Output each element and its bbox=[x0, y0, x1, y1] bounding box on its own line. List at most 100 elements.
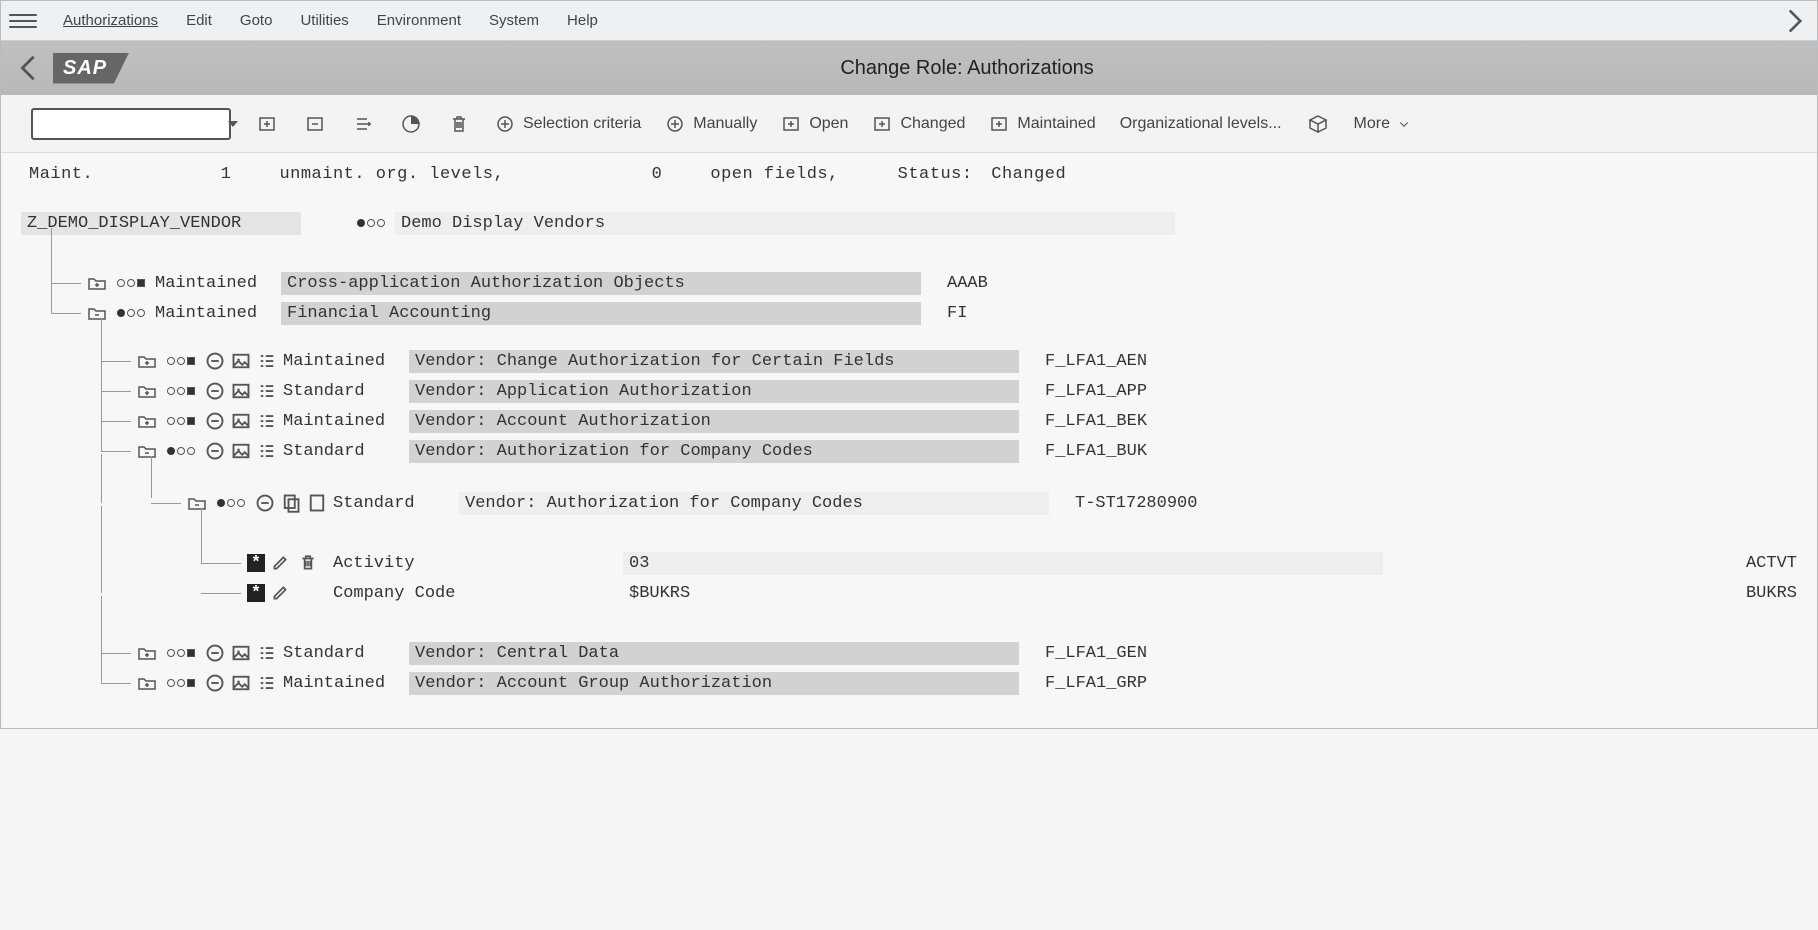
where-used-icon[interactable] bbox=[231, 443, 251, 459]
field-list-icon[interactable] bbox=[257, 353, 277, 369]
folder-collapsed-icon[interactable] bbox=[137, 675, 157, 691]
collapse-icon[interactable] bbox=[303, 112, 327, 136]
menu-system[interactable]: System bbox=[477, 6, 551, 35]
class-code: AAAB bbox=[927, 274, 988, 293]
toolbar: Selection criteria Manually Open Changed… bbox=[1, 95, 1817, 153]
field-list-icon[interactable] bbox=[257, 413, 277, 429]
org-levels-button[interactable]: Organizational levels... bbox=[1120, 115, 1282, 133]
menu-edit[interactable]: Edit bbox=[174, 6, 224, 35]
object-status: Standard bbox=[283, 644, 403, 663]
page-title: Change Role: Authorizations bbox=[129, 57, 1805, 80]
auth-field-row[interactable]: * Company Code $BUKRS BUKRS bbox=[21, 578, 1797, 608]
deactivate-icon[interactable] bbox=[205, 675, 225, 691]
field-value[interactable]: 03 bbox=[623, 552, 1383, 575]
back-button[interactable] bbox=[13, 53, 43, 83]
auth-id: T-ST17280900 bbox=[1055, 494, 1197, 513]
folder-expanded-icon[interactable] bbox=[87, 305, 107, 321]
field-technical-name: BUKRS bbox=[1746, 584, 1797, 603]
more-button[interactable]: More bbox=[1354, 115, 1410, 133]
object-code: F_LFA1_GRP bbox=[1025, 674, 1147, 693]
where-used-icon[interactable] bbox=[231, 353, 251, 369]
folder-collapsed-icon[interactable] bbox=[87, 275, 107, 291]
deactivate-icon[interactable] bbox=[205, 353, 225, 369]
object-code: F_LFA1_BUK bbox=[1025, 442, 1147, 461]
command-input[interactable] bbox=[39, 115, 224, 133]
object-status: Maintained bbox=[283, 412, 403, 431]
command-field[interactable] bbox=[31, 108, 231, 140]
auth-object-row[interactable]: Standard Vendor: Central Data F_LFA1_GEN bbox=[21, 638, 1797, 668]
auth-object-row[interactable]: Maintained Vendor: Account Authorization… bbox=[21, 406, 1797, 436]
class-status: Maintained bbox=[155, 304, 275, 323]
traffic-light-icon bbox=[117, 279, 145, 287]
deactivate-icon[interactable] bbox=[205, 443, 225, 459]
open-button[interactable]: Open bbox=[781, 114, 848, 134]
open-label: Open bbox=[809, 115, 848, 133]
folder-expanded-icon[interactable] bbox=[187, 495, 207, 511]
folder-collapsed-icon[interactable] bbox=[137, 645, 157, 661]
menu-goto[interactable]: Goto bbox=[228, 6, 285, 35]
auth-class-row[interactable]: Maintained Financial Accounting FI bbox=[21, 298, 1797, 328]
field-value[interactable]: $BUKRS bbox=[623, 582, 1383, 605]
field-list-icon[interactable] bbox=[257, 675, 277, 691]
deactivate-icon[interactable] bbox=[205, 645, 225, 661]
changed-button[interactable]: Changed bbox=[872, 114, 965, 134]
where-used-icon[interactable] bbox=[231, 675, 251, 691]
edit-icon[interactable] bbox=[271, 554, 289, 572]
field-list-icon[interactable] bbox=[257, 443, 277, 459]
selection-criteria-button[interactable]: Selection criteria bbox=[495, 114, 641, 134]
field-list-icon[interactable] bbox=[257, 383, 277, 399]
object-code: F_LFA1_GEN bbox=[1025, 644, 1147, 663]
folder-collapsed-icon[interactable] bbox=[137, 353, 157, 369]
folder-expanded-icon[interactable] bbox=[137, 443, 157, 459]
folder-collapsed-icon[interactable] bbox=[137, 383, 157, 399]
status-label: Status: bbox=[898, 165, 973, 184]
edit-icon[interactable] bbox=[271, 584, 289, 602]
delete-icon[interactable] bbox=[299, 554, 317, 572]
menu-authorizations[interactable]: Authorizations bbox=[51, 6, 170, 35]
manually-button[interactable]: Manually bbox=[665, 114, 757, 134]
object-description: Vendor: Application Authorization bbox=[409, 380, 1019, 403]
auth-object-row[interactable]: Standard Vendor: Authorization for Compa… bbox=[21, 436, 1797, 466]
legend-icon[interactable] bbox=[399, 112, 423, 136]
chevron-right-icon[interactable] bbox=[1781, 7, 1809, 35]
traffic-light-icon bbox=[167, 387, 195, 395]
auth-status: Standard bbox=[333, 494, 453, 513]
traffic-light-icon bbox=[117, 309, 145, 317]
authorization-tree: Z_DEMO_DISPLAY_VENDOR Demo Display Vendo… bbox=[1, 188, 1817, 728]
auth-object-row[interactable]: Maintained Vendor: Change Authorization … bbox=[21, 346, 1797, 376]
where-used-icon[interactable] bbox=[231, 383, 251, 399]
copy-icon[interactable] bbox=[281, 495, 301, 511]
authorization-row[interactable]: Standard Vendor: Authorization for Compa… bbox=[21, 488, 1797, 518]
maintained-button[interactable]: Maintained bbox=[989, 114, 1095, 134]
deactivate-icon[interactable] bbox=[205, 413, 225, 429]
open-count: 0 bbox=[652, 165, 663, 184]
hamburger-menu-icon[interactable] bbox=[9, 7, 37, 35]
menubar: Authorizations Edit Goto Utilities Envir… bbox=[1, 1, 1817, 41]
role-root-row[interactable]: Z_DEMO_DISPLAY_VENDOR Demo Display Vendo… bbox=[21, 208, 1797, 238]
status-line: Maint. 1 unmaint. org. levels, 0 open fi… bbox=[1, 153, 1817, 188]
document-icon[interactable] bbox=[307, 495, 327, 511]
auth-class-row[interactable]: Maintained Cross-application Authorizati… bbox=[21, 268, 1797, 298]
delete-icon[interactable] bbox=[447, 112, 471, 136]
cube-icon[interactable] bbox=[1306, 112, 1330, 136]
dropdown-icon[interactable] bbox=[228, 121, 238, 127]
deactivate-icon[interactable] bbox=[205, 383, 225, 399]
auth-field-row[interactable]: * Activity 03 ACTVT bbox=[21, 548, 1797, 578]
traffic-light-icon bbox=[217, 499, 245, 507]
traffic-light-icon bbox=[167, 357, 195, 365]
add-list-icon[interactable] bbox=[351, 112, 375, 136]
menu-help[interactable]: Help bbox=[555, 6, 610, 35]
where-used-icon[interactable] bbox=[231, 645, 251, 661]
expand-icon[interactable] bbox=[255, 112, 279, 136]
manually-label: Manually bbox=[693, 115, 757, 133]
menu-utilities[interactable]: Utilities bbox=[288, 6, 360, 35]
menu-environment[interactable]: Environment bbox=[365, 6, 473, 35]
folder-collapsed-icon[interactable] bbox=[137, 413, 157, 429]
field-list-icon[interactable] bbox=[257, 645, 277, 661]
deactivate-icon[interactable] bbox=[255, 495, 275, 511]
where-used-icon[interactable] bbox=[231, 413, 251, 429]
auth-object-row[interactable]: Maintained Vendor: Account Group Authori… bbox=[21, 668, 1797, 698]
auth-object-row[interactable]: Standard Vendor: Application Authorizati… bbox=[21, 376, 1797, 406]
maintained-label: Maintained bbox=[1017, 115, 1095, 133]
class-description: Financial Accounting bbox=[281, 302, 921, 325]
